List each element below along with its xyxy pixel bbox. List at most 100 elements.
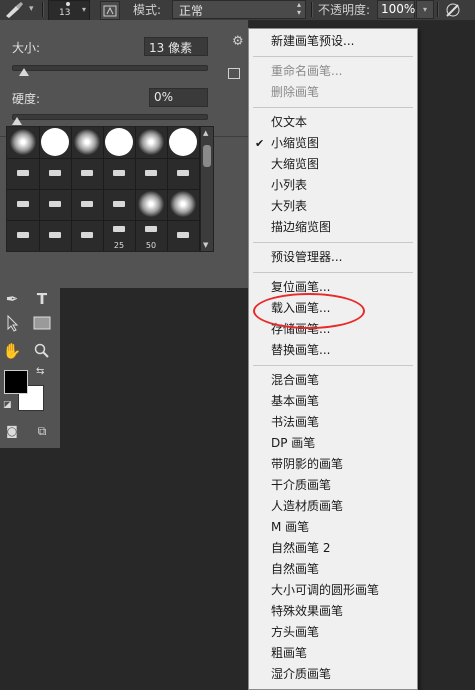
foreground-color-swatch[interactable] [4, 370, 28, 394]
menu-item-label: DP 画笔 [271, 436, 316, 450]
brush-picker-button[interactable]: 13 ▾ [48, 0, 90, 21]
menu-item[interactable]: 大小可调的圆形画笔 [249, 580, 417, 601]
brush-tip-icon [113, 226, 125, 232]
size-slider-track[interactable] [12, 65, 208, 71]
brush-preset[interactable] [167, 158, 200, 190]
brush-preset[interactable] [71, 189, 104, 221]
menu-item[interactable]: 自然画笔 2 [249, 538, 417, 559]
brush-preset[interactable]: 50 [135, 220, 168, 251]
menu-item[interactable]: 小列表 [249, 175, 417, 196]
path-select-icon[interactable] [0, 312, 24, 334]
quick-mask-icon[interactable]: ◙ [0, 420, 24, 442]
menu-item[interactable]: 方头画笔 [249, 622, 417, 643]
mode-select[interactable]: 正常 ▴ ▾ [172, 0, 306, 19]
brush-preset[interactable] [103, 127, 136, 159]
toolbar-separator [42, 2, 44, 17]
hardness-slider-thumb[interactable] [12, 117, 22, 125]
zoom-tool-icon[interactable] [30, 340, 54, 362]
brush-preset[interactable] [39, 189, 72, 221]
screen-mode-icon[interactable]: ⧉ [30, 420, 54, 442]
scrollbar-thumb[interactable] [203, 145, 211, 167]
menu-item[interactable]: 特殊效果画笔 [249, 601, 417, 622]
brush-preset[interactable] [71, 158, 104, 190]
brush-preset[interactable]: 25 [103, 220, 136, 251]
brush-preset[interactable] [7, 189, 40, 221]
hand-tool-icon[interactable]: ✋ [0, 340, 24, 362]
size-slider-thumb[interactable] [18, 68, 29, 76]
brush-tip-icon [145, 170, 157, 176]
brush-tip-icon [177, 232, 189, 238]
menu-item-label: 基本画笔 [271, 394, 320, 408]
preset-scrollbar[interactable]: ▲ ▼ [200, 126, 214, 252]
menu-item[interactable]: 仅文本 [249, 112, 417, 133]
brush-preset[interactable] [167, 127, 200, 159]
brush-preset[interactable] [7, 158, 40, 190]
menu-item[interactable]: M 画笔 [249, 517, 417, 538]
menu-item-label: 替换画笔... [271, 343, 331, 357]
opacity-dropdown-button[interactable]: ▾ [416, 0, 434, 19]
default-colors-icon[interactable]: ◪ [3, 400, 12, 410]
brush-preset[interactable] [71, 220, 104, 251]
hard-round-brush-icon [41, 128, 69, 156]
brush-panel-toggle-button[interactable] [100, 1, 120, 20]
size-input[interactable]: 13 像素 [144, 37, 208, 56]
type-tool-icon[interactable]: T [30, 288, 54, 310]
menu-item[interactable]: 大缩览图 [249, 154, 417, 175]
brush-preset[interactable] [39, 127, 72, 159]
tools-panel: ✒ T ✋ ⇆ ◪ ◙ ⧉ [0, 288, 60, 448]
menu-item[interactable]: 书法画笔 [249, 412, 417, 433]
menu-item-label: 新建画笔预设... [271, 34, 355, 48]
brush-preset[interactable] [71, 127, 104, 159]
brush-preset[interactable] [103, 158, 136, 190]
menu-item[interactable]: ✔ 小缩览图 [249, 133, 417, 154]
menu-item-label: 删除画笔 [271, 85, 320, 99]
menu-item[interactable]: 自然画笔 [249, 559, 417, 580]
brush-tip-icon [177, 170, 189, 176]
brush-panel-menu: 新建画笔预设... 重命名画笔... 删除画笔 仅文本 ✔ 小缩览图 大缩览图 小列表 大列表描… [248, 28, 418, 690]
brush-preset[interactable] [7, 220, 40, 251]
hardness-input[interactable]: 0% [149, 88, 208, 107]
brush-preset[interactable] [135, 127, 168, 159]
menu-item[interactable]: DP 画笔 [249, 433, 417, 454]
hardness-value: 0% [154, 90, 174, 104]
menu-item-label: 大列表 [271, 199, 308, 213]
brush-preset[interactable] [7, 127, 40, 159]
hardness-slider-track[interactable] [12, 114, 208, 120]
menu-separator [253, 365, 413, 366]
rectangle-tool-icon[interactable] [30, 312, 54, 334]
menu-item[interactable]: 粗画笔 [249, 643, 417, 664]
brush-preset[interactable] [167, 189, 200, 221]
menu-item[interactable]: 替换画笔... [249, 340, 417, 361]
scroll-down-icon[interactable]: ▼ [203, 241, 208, 249]
menu-item[interactable]: 大列表 [249, 196, 417, 217]
swap-colors-icon[interactable]: ⇆ [36, 366, 44, 377]
pen-tool-icon[interactable]: ✒ [0, 288, 24, 310]
pressure-opacity-button[interactable] [442, 1, 464, 18]
brush-preset[interactable] [39, 158, 72, 190]
brush-preset[interactable] [135, 189, 168, 221]
hard-round-brush-icon [169, 128, 197, 156]
menu-item[interactable]: 混合画笔 [249, 370, 417, 391]
brush-tool-preset-button[interactable]: ▾ [2, 1, 38, 19]
menu-item-label: 大小可调的圆形画笔 [271, 583, 380, 597]
brush-preset[interactable] [103, 189, 136, 221]
menu-item[interactable]: 描边缩览图 [249, 217, 417, 238]
scroll-up-icon[interactable]: ▲ [203, 129, 208, 137]
brush-preset[interactable] [135, 158, 168, 190]
menu-item[interactable]: 带阴影的画笔 [249, 454, 417, 475]
menu-item[interactable]: 干介质画笔 [249, 475, 417, 496]
new-preset-icon[interactable] [228, 68, 240, 79]
menu-item[interactable]: 湿介质画笔 [249, 664, 417, 685]
opacity-input[interactable]: 100% [377, 0, 415, 19]
brush-preset[interactable] [167, 220, 200, 251]
menu-item[interactable]: 人造材质画笔 [249, 496, 417, 517]
menu-item[interactable]: 新建画笔预设... [249, 31, 417, 52]
menu-item-label: 干介质画笔 [271, 478, 332, 492]
brush-tip-icon [81, 232, 93, 238]
brush-tip-icon [81, 201, 93, 207]
gear-icon[interactable]: ⚙ [232, 34, 244, 49]
menu-item[interactable]: 基本画笔 [249, 391, 417, 412]
menu-separator [253, 107, 413, 108]
brush-preset[interactable] [39, 220, 72, 251]
menu-item[interactable]: 预设管理器... [249, 247, 417, 268]
